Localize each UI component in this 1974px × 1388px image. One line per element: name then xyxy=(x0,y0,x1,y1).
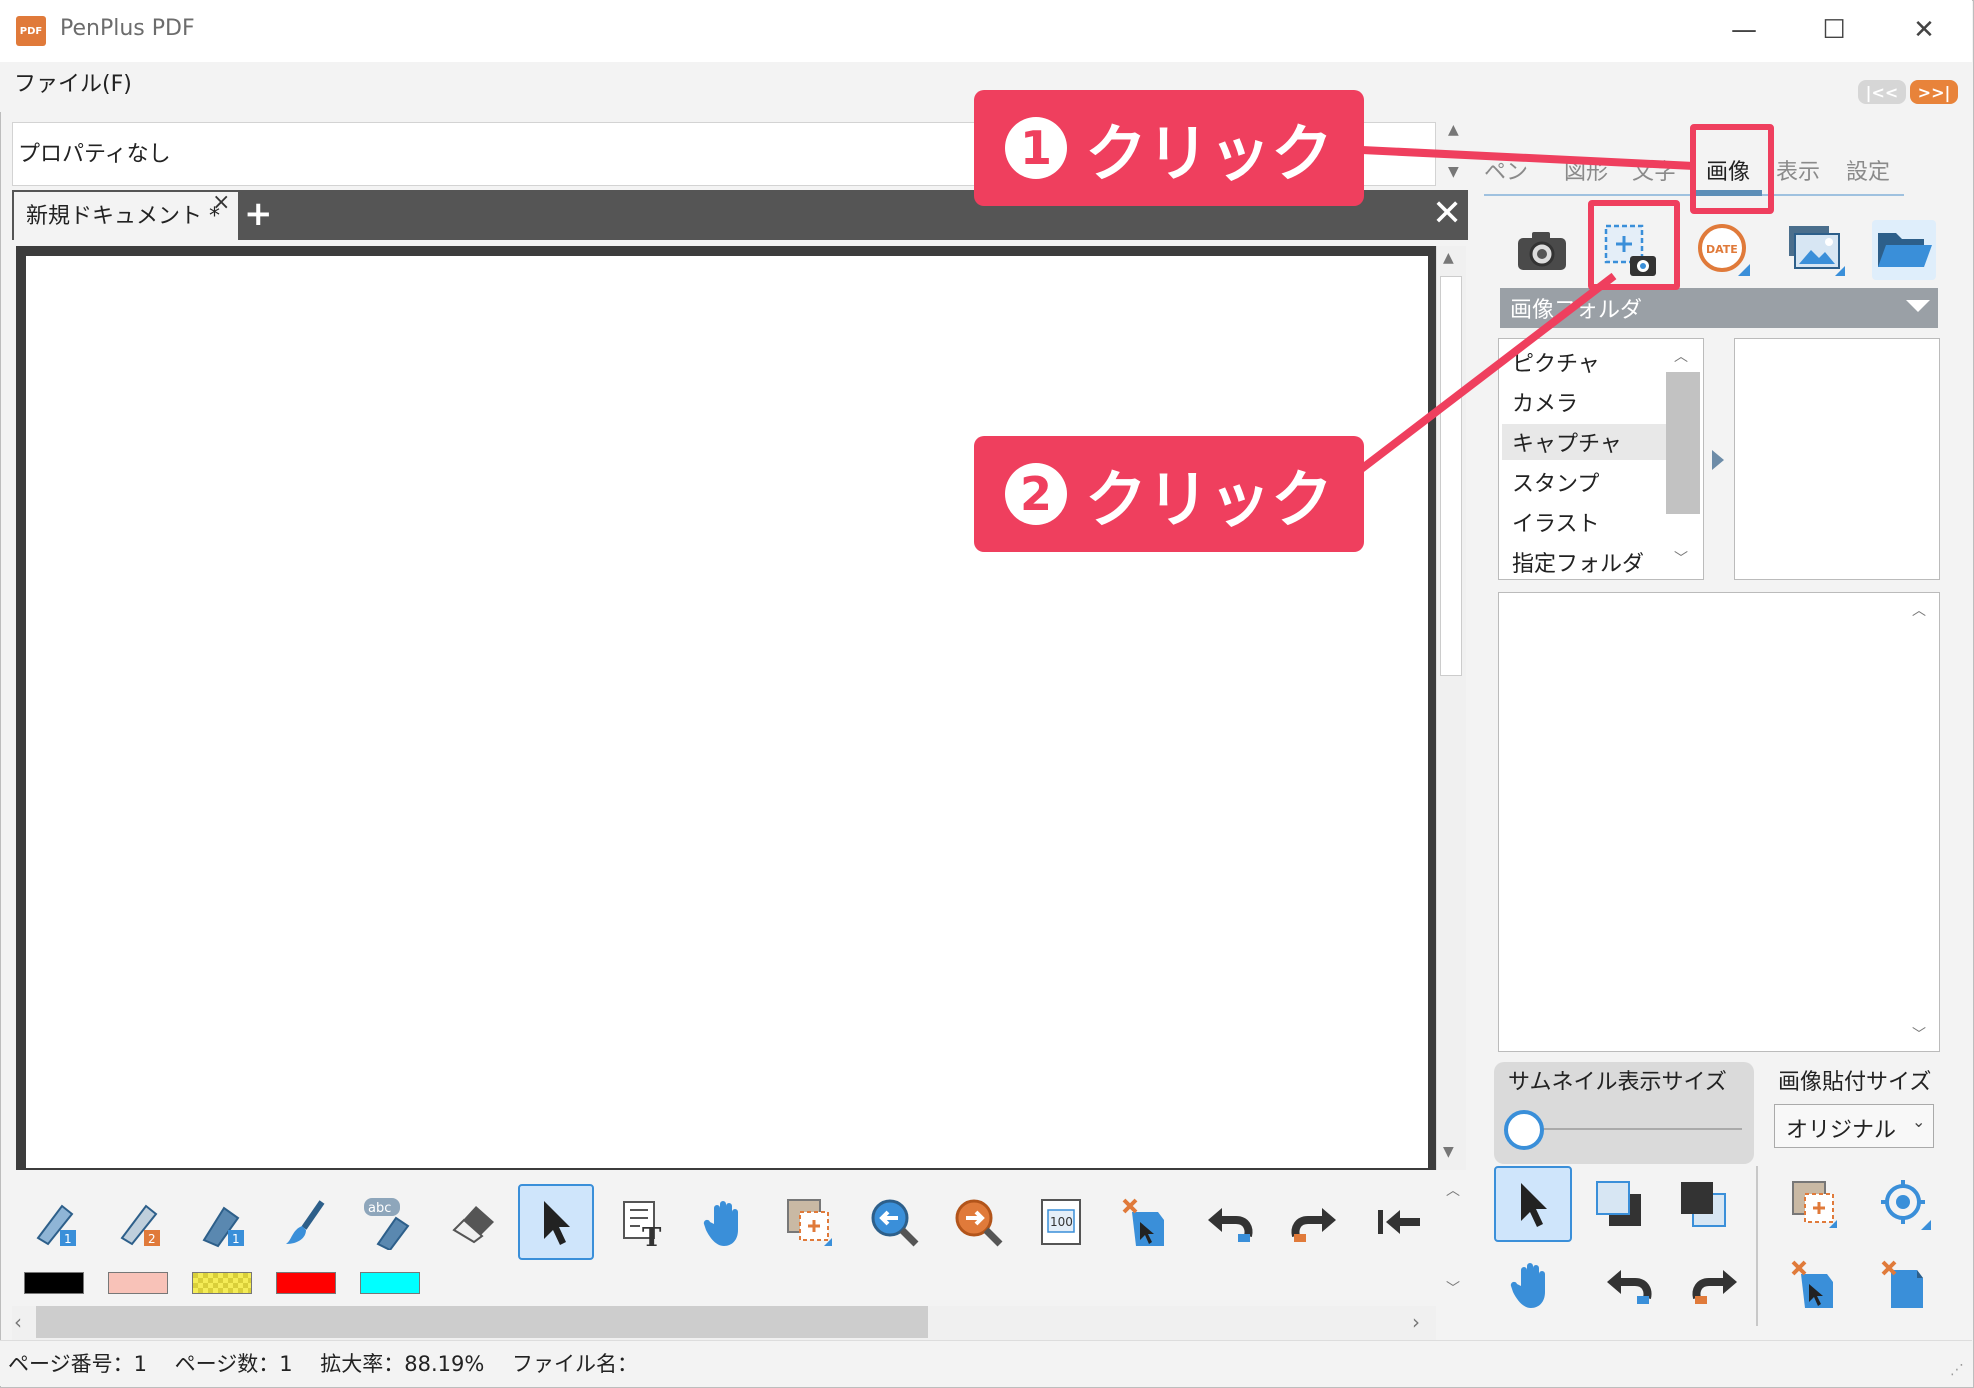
callout-text: クリック xyxy=(1084,463,1333,536)
highlight-capture-button xyxy=(1588,200,1680,290)
callout-text: クリック xyxy=(1084,117,1333,190)
callout-number: 1 xyxy=(1004,117,1067,179)
callout-number: 2 xyxy=(1004,463,1067,525)
callout-step-2: 2 クリック xyxy=(974,436,1364,552)
highlight-image-tab xyxy=(1690,124,1774,214)
callout-step-1: 1 クリック xyxy=(974,90,1364,206)
